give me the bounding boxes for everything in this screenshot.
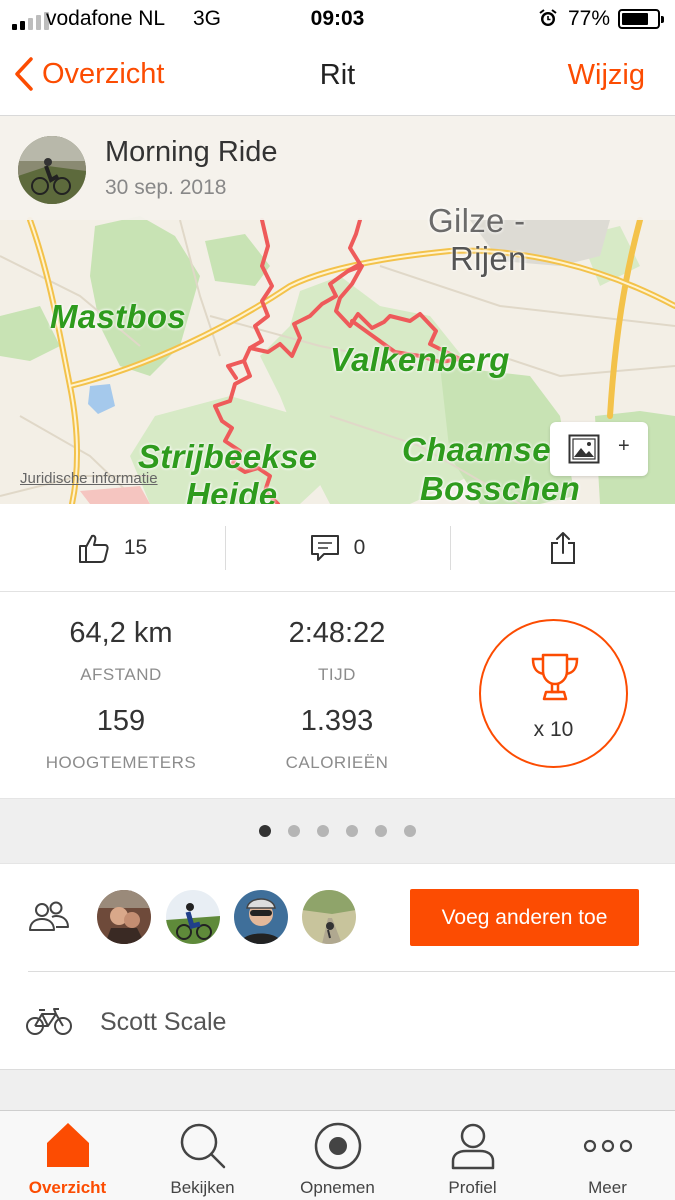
tab-opnemen[interactable]: Opnemen <box>270 1111 405 1200</box>
map-label-heide: Heide <box>186 476 278 504</box>
companion-photo <box>166 890 220 944</box>
companion-avatar[interactable] <box>234 890 288 944</box>
page-dot-active[interactable] <box>259 825 271 837</box>
tab-overzicht[interactable]: Overzicht <box>0 1111 135 1200</box>
activity-header[interactable]: Morning Ride 30 sep. 2018 <box>0 116 675 220</box>
time-label: TIJD <box>318 665 356 684</box>
record-icon <box>314 1122 361 1170</box>
add-photo-plus: + <box>618 435 630 457</box>
home-icon <box>46 1123 89 1167</box>
tab-label: Opnemen <box>300 1178 375 1197</box>
chevron-left-icon <box>15 57 33 91</box>
route-map[interactable]: Morning Ride 30 sep. 2018 Gilze - Rijen … <box>0 116 675 504</box>
map-label-chaamse: Chaamse <box>402 431 551 468</box>
image-icon <box>568 434 600 464</box>
companion-photo <box>234 890 288 944</box>
battery-percent: 77% <box>568 7 611 30</box>
companion-avatar[interactable] <box>166 890 220 944</box>
achievements-count: x 10 <box>533 718 574 741</box>
more-icon <box>583 1139 632 1153</box>
legal-info-link[interactable]: Juridische informatie <box>20 470 158 487</box>
kudos-button[interactable]: 15 <box>0 504 225 592</box>
trophy-icon <box>531 653 579 701</box>
comment-button[interactable]: 0 <box>225 504 450 592</box>
map-label-gilze: Gilze - <box>428 202 526 239</box>
search-icon <box>180 1123 225 1169</box>
tab-label: Overzicht <box>28 1178 107 1197</box>
add-photo-button[interactable]: + <box>550 422 648 476</box>
alarm-icon <box>539 9 557 26</box>
distance-label: AFSTAND <box>80 665 162 684</box>
share-icon <box>550 532 575 564</box>
thumbs-up-icon <box>78 534 109 563</box>
tab-meer[interactable]: Meer <box>540 1111 675 1200</box>
page-dot[interactable] <box>346 825 358 837</box>
add-others-button[interactable]: Voeg anderen toe <box>410 889 639 946</box>
comment-count: 0 <box>353 536 366 559</box>
tab-bar: Overzicht Bekijken Opnemen Profiel Meer <box>0 1110 675 1200</box>
social-actions: 15 0 <box>0 504 675 592</box>
map-label-rijen: Rijen <box>450 240 527 277</box>
tab-profiel[interactable]: Profiel <box>405 1111 540 1200</box>
distance-value: 64,2 km <box>69 617 173 649</box>
people-icon <box>29 901 69 931</box>
companion-avatar[interactable] <box>97 890 151 944</box>
comment-icon <box>310 535 339 561</box>
page-dots <box>259 825 416 837</box>
map-label-mastbos: Mastbos <box>50 298 186 335</box>
page-dot[interactable] <box>375 825 387 837</box>
bottom-spacer <box>0 1070 675 1110</box>
activity-stats[interactable]: 64,2 km AFSTAND 2:48:22 TIJD 159 HOOGTEM… <box>0 592 675 798</box>
page-dot[interactable] <box>317 825 329 837</box>
page-dot[interactable] <box>404 825 416 837</box>
profile-icon <box>451 1123 494 1170</box>
tab-bekijken[interactable]: Bekijken <box>135 1111 270 1200</box>
companion-avatar[interactable] <box>302 890 356 944</box>
battery-icon <box>618 9 664 29</box>
bike-icon <box>26 1008 72 1035</box>
companion-photo <box>302 890 356 944</box>
calories-value: 1.393 <box>300 705 374 737</box>
companion-photo <box>97 890 151 944</box>
page-indicator[interactable] <box>0 798 675 864</box>
map-label-valkenberg: Valkenberg <box>330 341 510 378</box>
gear-row[interactable]: Scott Scale <box>0 972 675 1070</box>
group-riders: Voeg anderen toe <box>0 864 675 972</box>
elevation-value: 159 <box>96 705 146 737</box>
achievements-button[interactable]: x 10 <box>479 619 628 768</box>
activity-date: 30 sep. 2018 <box>105 176 227 199</box>
status-bar: vodafone NL 3G 09:03 77% <box>0 0 675 38</box>
share-button[interactable] <box>450 504 675 592</box>
page-dot[interactable] <box>288 825 300 837</box>
back-button-label: Overzicht <box>42 57 165 90</box>
calories-label: CALORIEËN <box>285 753 389 772</box>
navigation-bar: Overzicht Rit Wijzig <box>0 38 675 116</box>
time-value: 2:48:22 <box>288 617 386 649</box>
tab-label: Meer <box>588 1178 627 1197</box>
tab-label: Profiel <box>448 1178 497 1197</box>
activity-name: Morning Ride <box>105 136 278 168</box>
athlete-photo <box>18 136 86 204</box>
gear-name: Scott Scale <box>100 1008 227 1036</box>
athlete-avatar[interactable] <box>18 136 86 204</box>
edit-button[interactable]: Wijzig <box>568 59 645 92</box>
back-button[interactable]: Overzicht <box>14 57 164 91</box>
elevation-label: HOOGTEMETERS <box>45 753 197 772</box>
kudos-count: 15 <box>123 536 148 559</box>
tab-label: Bekijken <box>170 1178 235 1197</box>
map-label-strijbeekse: Strijbeekse <box>138 438 318 475</box>
